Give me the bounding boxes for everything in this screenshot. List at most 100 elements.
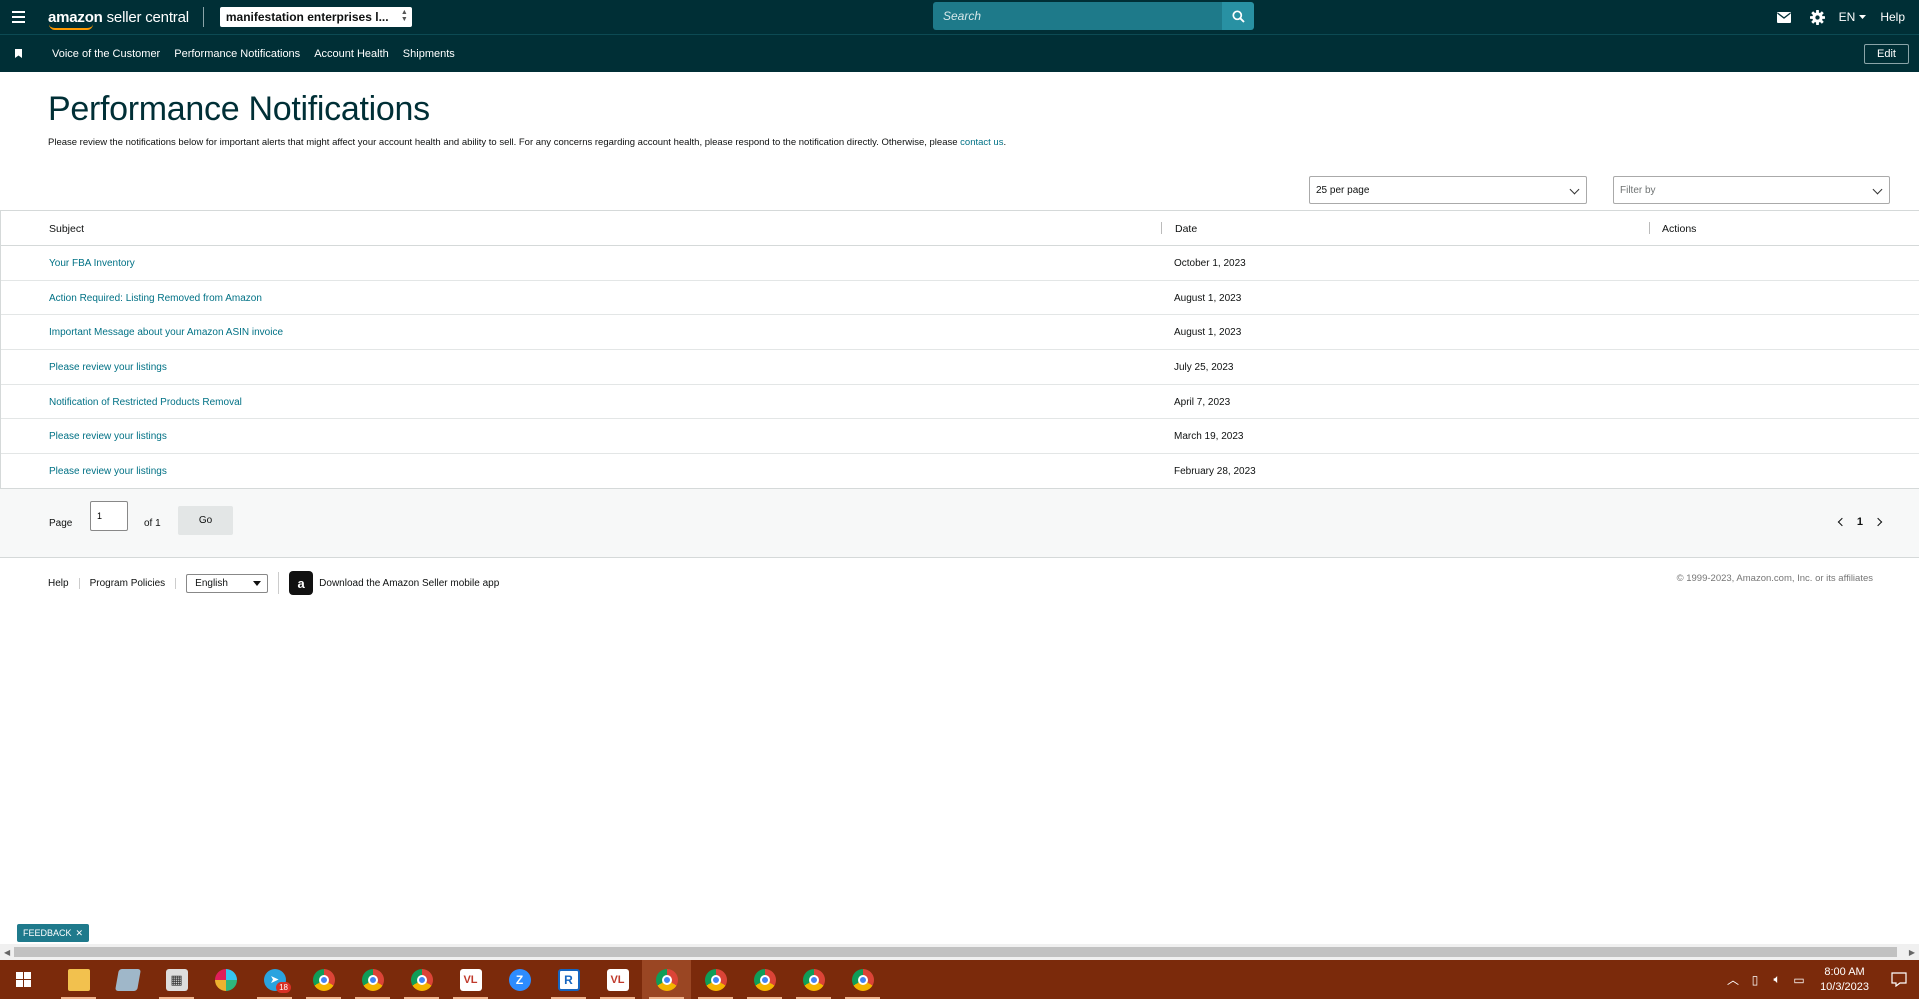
feedback-button[interactable]: FEEDBACK ✕: [17, 924, 90, 942]
footer: Help Program Policies English a Download…: [48, 571, 499, 595]
taskbar-calculator[interactable]: ▦: [152, 960, 201, 999]
nav-shipments[interactable]: Shipments: [403, 48, 455, 60]
taskbar-chrome-active[interactable]: [642, 960, 691, 999]
language-selector[interactable]: EN: [1835, 10, 1875, 24]
page-navigation: 1: [1837, 516, 1883, 528]
nav-account-health[interactable]: Account Health: [314, 48, 389, 60]
taskbar-notes[interactable]: [103, 960, 152, 999]
taskbar-chrome[interactable]: [397, 960, 446, 999]
table-header: Subject Date Actions: [1, 211, 1919, 246]
chrome-icon: [753, 968, 776, 991]
messages-button[interactable]: [1767, 0, 1801, 34]
taskbar-chrome[interactable]: [789, 960, 838, 999]
page-title: Performance Notifications: [48, 90, 430, 128]
table-row: Important Message about your Amazon ASIN…: [1, 315, 1919, 351]
search-icon: [1231, 9, 1245, 23]
taskbar-telegram[interactable]: ➤ 18: [250, 960, 299, 999]
chrome-icon: [704, 968, 727, 991]
horizontal-scrollbar[interactable]: ◀ ▶: [0, 944, 1919, 960]
nav-links: Voice of the Customer Performance Notifi…: [52, 48, 455, 60]
menu-icon[interactable]: [0, 0, 36, 34]
filter-placeholder: Filter by: [1620, 184, 1656, 196]
scrollbar-thumb[interactable]: [14, 947, 1897, 957]
contact-us-link[interactable]: contact us: [960, 137, 1003, 148]
taskbar-chrome[interactable]: [299, 960, 348, 999]
logo-text-seller-central: seller central: [102, 8, 189, 26]
table-row: Please review your listings February 28,…: [1, 454, 1919, 489]
taskbar-chrome[interactable]: [740, 960, 789, 999]
column-divider[interactable]: [1161, 222, 1162, 234]
network-icon[interactable]: ▭: [1788, 960, 1810, 999]
header-date[interactable]: Date: [1175, 223, 1197, 235]
system-clock[interactable]: 8:00 AM 10/3/2023: [1810, 965, 1879, 995]
column-divider[interactable]: [1649, 222, 1650, 234]
previous-page-icon[interactable]: [1837, 517, 1847, 527]
chevron-up-icon[interactable]: ︿: [1722, 960, 1744, 999]
scroll-left-icon[interactable]: ◀: [4, 948, 10, 957]
app-icon: VL: [459, 968, 482, 991]
download-app-link[interactable]: Download the Amazon Seller mobile app: [319, 578, 499, 589]
taskbar-app[interactable]: VL: [446, 960, 495, 999]
windows-taskbar: ▦ ➤ 18 VL Z R VL ︿ ▯ 🔈︎ ▭ 8:00 AM 10/3/2…: [0, 960, 1919, 999]
chrome-icon: [410, 968, 433, 991]
chevron-down-icon: [1569, 184, 1580, 195]
taskbar-slack[interactable]: [201, 960, 250, 999]
notification-subject-link[interactable]: Action Required: Listing Removed from Am…: [49, 293, 262, 304]
r-app-icon: R: [557, 968, 580, 991]
search-input[interactable]: [933, 2, 1222, 30]
page-number-input[interactable]: [90, 501, 128, 531]
notifications-table: Subject Date Actions Your FBA Inventory …: [0, 210, 1919, 489]
table-row: Your FBA Inventory October 1, 2023: [1, 246, 1919, 281]
taskbar-file-explorer[interactable]: [54, 960, 103, 999]
notification-subject-link[interactable]: Please review your listings: [49, 431, 167, 442]
start-button[interactable]: [0, 960, 46, 999]
notification-center-button[interactable]: [1879, 960, 1919, 999]
nav-performance-notifications[interactable]: Performance Notifications: [174, 48, 300, 60]
store-name: manifestation enterprises l...: [225, 10, 389, 24]
header-subject[interactable]: Subject: [49, 223, 84, 235]
notification-subject-link[interactable]: Important Message about your Amazon ASIN…: [49, 327, 283, 338]
notification-subject-link[interactable]: Please review your listings: [49, 362, 167, 373]
taskbar-chrome[interactable]: [838, 960, 887, 999]
logo-text-amazon: amazon: [48, 8, 103, 26]
volume-icon[interactable]: 🔈︎: [1766, 960, 1788, 999]
program-policies-link[interactable]: Program Policies: [80, 577, 177, 589]
close-icon[interactable]: ✕: [76, 928, 84, 939]
per-page-select[interactable]: 25 per page: [1309, 176, 1587, 204]
store-selector[interactable]: manifestation enterprises l... ▲ ▼: [219, 7, 412, 27]
settings-button[interactable]: [1801, 0, 1835, 34]
taskbar-chrome[interactable]: [348, 960, 397, 999]
next-page-icon[interactable]: [1873, 517, 1883, 527]
filter-select[interactable]: Filter by: [1613, 176, 1890, 204]
taskbar-chrome[interactable]: [691, 960, 740, 999]
bookmark-icon: [14, 49, 22, 58]
go-button[interactable]: Go: [178, 506, 233, 535]
notification-subject-link[interactable]: Notification of Restricted Products Remo…: [49, 397, 242, 408]
page-count-label: of 1: [144, 518, 161, 529]
notification-date: February 28, 2023: [1174, 466, 1256, 478]
notification-subject-link[interactable]: Your FBA Inventory: [49, 258, 135, 269]
seller-central-logo[interactable]: amazon seller central: [48, 8, 189, 30]
logo-smile: [49, 24, 93, 30]
edit-button[interactable]: Edit: [1864, 44, 1909, 64]
taskbar-app[interactable]: VL: [593, 960, 642, 999]
intro-end: .: [1003, 137, 1007, 148]
notification-subject-link[interactable]: Please review your listings: [49, 466, 167, 477]
search-button[interactable]: [1222, 2, 1254, 30]
scroll-right-icon[interactable]: ▶: [1909, 948, 1915, 957]
taskbar-app-r[interactable]: R: [544, 960, 593, 999]
help-link[interactable]: Help: [1874, 10, 1919, 24]
taskbar-zoom[interactable]: Z: [495, 960, 544, 999]
top-bar: amazon seller central manifestation ente…: [0, 0, 1919, 34]
current-page-number[interactable]: 1: [1857, 516, 1863, 528]
device-icon[interactable]: ▯: [1744, 960, 1766, 999]
notification-date: July 25, 2023: [1174, 362, 1234, 374]
chrome-icon: [312, 968, 335, 991]
bookmark-button[interactable]: [0, 35, 36, 73]
amazon-app-icon[interactable]: a: [289, 571, 314, 595]
chrome-icon: [655, 968, 678, 991]
footer-language-select[interactable]: English: [186, 573, 269, 593]
pagination-bar: Page of 1 Go 1: [0, 488, 1919, 558]
nav-voice-of-customer[interactable]: Voice of the Customer: [52, 48, 160, 60]
footer-help-link[interactable]: Help: [48, 577, 80, 589]
